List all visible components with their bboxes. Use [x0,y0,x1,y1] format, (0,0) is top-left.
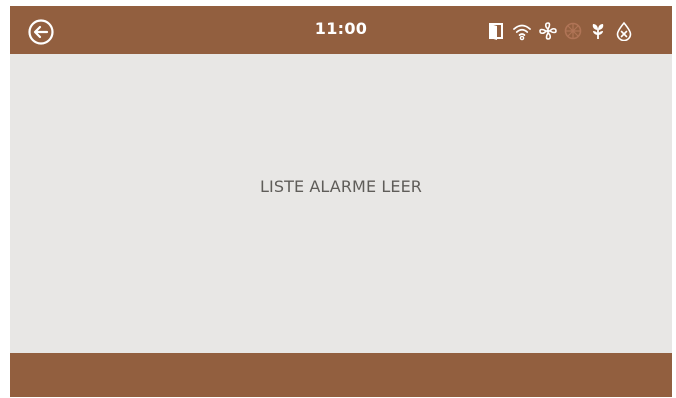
wifi-icon [513,24,531,41]
empty-list-message: LISTE ALARME LEER [260,177,422,196]
heating-icon [564,22,582,40]
door-icon [489,23,503,40]
status-icons [10,6,672,54]
alarm-list-screen: 11:00 LISTE ALARME LEER [10,6,672,397]
bottom-bar [10,353,672,397]
top-bar: 11:00 [10,6,672,54]
water-off-icon [616,21,632,41]
fan-icon [539,22,557,40]
plant-icon [592,24,604,39]
